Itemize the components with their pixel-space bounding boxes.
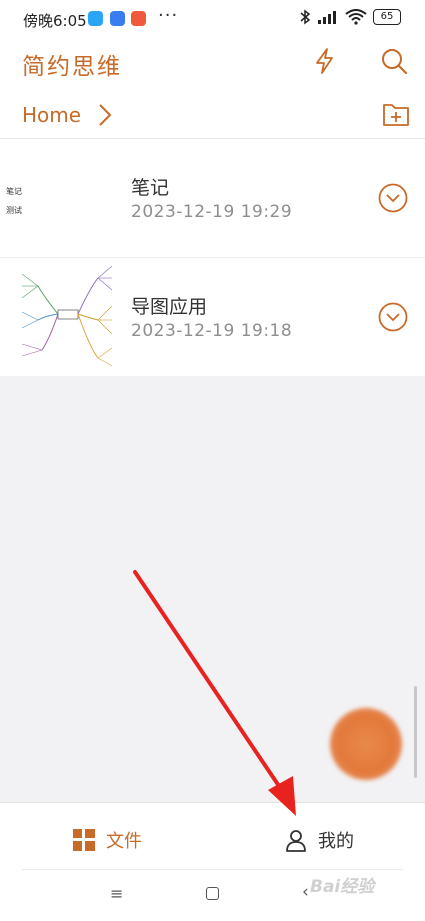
battery-icon: 65 <box>373 9 401 25</box>
status-time: 傍晚6:05 <box>23 12 87 30</box>
file-thumbnail: 笔记 测试 <box>0 139 120 257</box>
system-menu-button[interactable]: ≡ <box>110 884 123 903</box>
fab-button[interactable] <box>330 708 402 780</box>
search-icon[interactable] <box>380 47 408 75</box>
bluetooth-app-icon <box>110 11 125 26</box>
new-folder-icon[interactable] <box>382 101 410 127</box>
tab-files[interactable]: 文件 <box>72 825 142 855</box>
scrollbar[interactable] <box>414 686 417 778</box>
thumbnail-text: 测试 <box>6 206 22 215</box>
list-item[interactable]: 导图应用 2023-12-19 19:18 <box>0 257 425 376</box>
chevron-right-icon <box>99 104 112 126</box>
file-date: 2023-12-19 19:18 <box>131 321 293 341</box>
chat-app-icon <box>88 11 103 26</box>
file-date: 2023-12-19 19:29 <box>131 202 293 222</box>
grid-icon <box>73 829 95 851</box>
watermark: Bai经验 <box>310 877 375 897</box>
breadcrumb: Home <box>22 100 113 130</box>
bluetooth-icon <box>300 9 311 25</box>
bottom-tab-bar: 文件 我的 <box>0 802 425 921</box>
more-notifications-icon: ··· <box>158 5 179 26</box>
signal-icon <box>318 11 336 24</box>
system-home-button[interactable] <box>206 887 219 900</box>
app-title: 简约思维 <box>22 54 122 80</box>
list-item[interactable]: 笔记 测试 笔记 2023-12-19 19:29 <box>0 139 425 257</box>
tab-mine[interactable]: 我的 <box>284 825 354 855</box>
divider <box>22 869 403 870</box>
person-icon <box>286 830 306 852</box>
chevron-down-icon[interactable] <box>378 183 408 213</box>
wifi-icon <box>345 9 367 25</box>
tab-label: 我的 <box>318 831 354 852</box>
file-title: 笔记 <box>131 177 170 199</box>
status-bar: 傍晚6:05 ··· 65 <box>0 0 425 40</box>
tab-label: 文件 <box>106 831 142 852</box>
file-title: 导图应用 <box>131 296 208 318</box>
chevron-down-icon[interactable] <box>378 302 408 332</box>
system-back-button[interactable]: ‹ <box>302 882 309 902</box>
shop-app-icon <box>131 11 146 26</box>
breadcrumb-home[interactable]: Home <box>22 103 81 127</box>
mindmap-thumbnail <box>0 258 120 376</box>
thumbnail-text: 笔记 <box>6 187 22 196</box>
flash-icon[interactable] <box>311 47 339 75</box>
